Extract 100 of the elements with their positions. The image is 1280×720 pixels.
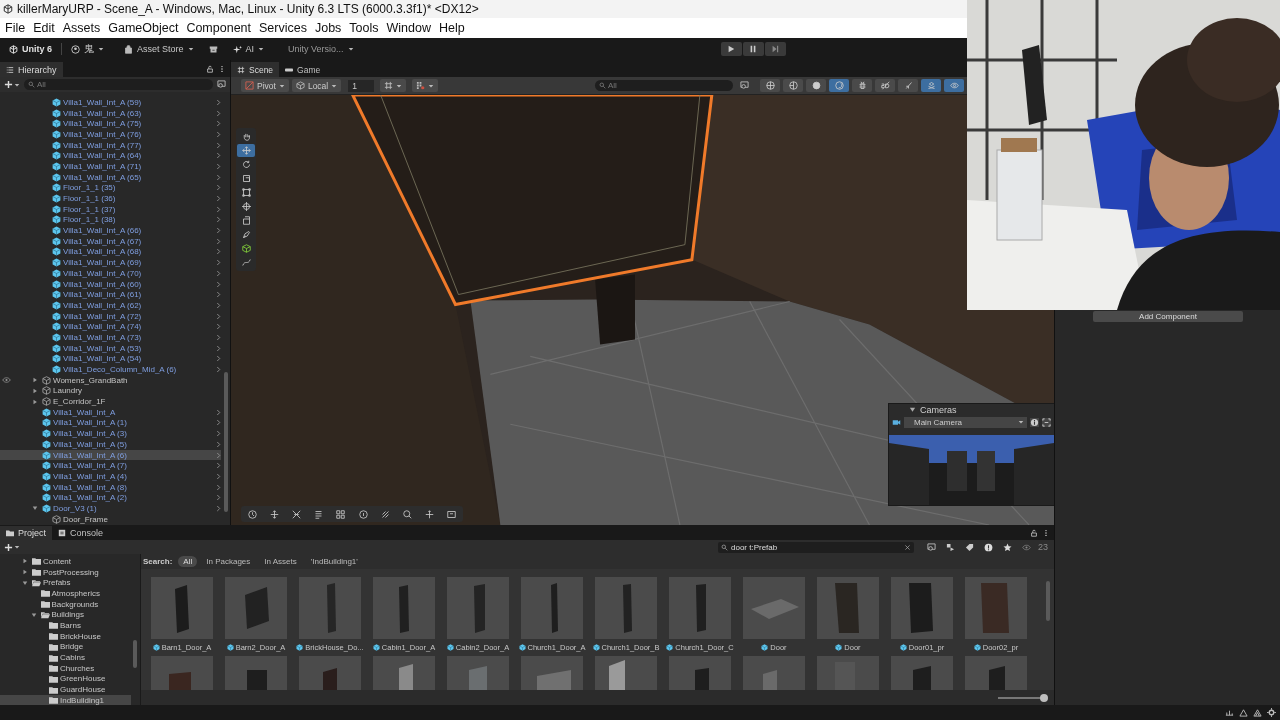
expand-arrow[interactable] bbox=[22, 579, 28, 586]
expand-arrow[interactable] bbox=[32, 505, 38, 512]
hierarchy-item[interactable]: Villa1_Wall_Int_A (70) bbox=[0, 268, 221, 279]
hierarchy-item[interactable]: Villa1_Wall_Int_A (7) bbox=[0, 460, 221, 472]
add-button[interactable] bbox=[4, 541, 20, 553]
hierarchy-item[interactable]: Villa1_Wall_Int_A (53) bbox=[0, 342, 221, 354]
menu-item[interactable]: Tools bbox=[345, 19, 383, 37]
star-icon[interactable] bbox=[1003, 542, 1012, 552]
account-dropdown[interactable]: 鬼 bbox=[68, 41, 107, 57]
hierarchy-item[interactable]: Villa1_Wall_Int_A (63) bbox=[0, 107, 221, 119]
warning-icon[interactable] bbox=[984, 542, 993, 552]
search-options-icon[interactable] bbox=[927, 542, 936, 552]
hierarchy-item[interactable]: Villa1_Wall_Int_A (59) bbox=[0, 97, 221, 108]
folder-item[interactable]: Prefabs bbox=[0, 577, 131, 589]
settings-icon[interactable] bbox=[1267, 708, 1276, 717]
hierarchy-item[interactable]: Villa1_Wall_Int_A (68) bbox=[0, 246, 221, 258]
archive-icon[interactable] bbox=[208, 44, 218, 54]
version-control-dropdown[interactable]: Unity Versio... bbox=[285, 41, 357, 57]
grid-size-field[interactable]: 1 bbox=[348, 79, 375, 92]
hierarchy-item[interactable]: Womens_GrandBath bbox=[0, 374, 221, 386]
folder-item[interactable]: Barns bbox=[0, 620, 131, 631]
step-button[interactable] bbox=[764, 42, 786, 56]
hierarchy-item[interactable]: Villa1_Wall_Int_A (65) bbox=[0, 171, 221, 183]
ai-dropdown[interactable]: AI bbox=[229, 41, 268, 57]
space-dropdown[interactable]: Local bbox=[291, 79, 342, 92]
folder-item[interactable]: Buildings bbox=[0, 609, 131, 621]
menu-item[interactable]: Assets bbox=[58, 19, 105, 37]
menu-item[interactable]: Jobs bbox=[310, 19, 346, 37]
folder-item[interactable]: BrickHouse bbox=[0, 630, 131, 642]
hierarchy-item[interactable]: Villa1_Wall_Int_A (3) bbox=[0, 428, 221, 439]
hierarchy-item[interactable]: Villa1_Wall_Int_A (75) bbox=[0, 118, 221, 130]
hierarchy-item[interactable]: Floor_1_1 (35) bbox=[0, 182, 221, 194]
hierarchy-item[interactable]: Villa1_Deco_Column_Mid_A (6) bbox=[0, 364, 221, 375]
view-toggle[interactable] bbox=[829, 79, 849, 92]
eye-icon[interactable] bbox=[1022, 542, 1031, 552]
hierarchy-item[interactable]: Villa1_Wall_Int_A (5) bbox=[0, 439, 221, 450]
folder-item[interactable]: Atmospherics bbox=[0, 588, 131, 599]
add-component-button[interactable]: Add Component bbox=[1093, 311, 1243, 322]
hierarchy-item[interactable]: Villa1_Wall_Int_A (77) bbox=[0, 139, 221, 151]
type-filter-icon[interactable] bbox=[946, 542, 955, 552]
eye-icon[interactable] bbox=[2, 377, 11, 384]
folder-item[interactable]: Backgrounds bbox=[0, 598, 131, 610]
hierarchy-item[interactable]: Villa1_Wall_Int_A (69) bbox=[0, 257, 221, 268]
view-toggle[interactable] bbox=[921, 79, 941, 92]
hierarchy-item[interactable]: Villa1_Wall_Int_A (71) bbox=[0, 161, 221, 172]
hierarchy-item[interactable]: Door_V3 (1) bbox=[0, 503, 221, 514]
pivot-dropdown[interactable]: Pivot bbox=[241, 79, 289, 92]
folder-item[interactable]: GreenHouse bbox=[0, 673, 131, 685]
folder-item[interactable]: Cabins bbox=[0, 652, 131, 663]
hierarchy-item[interactable]: Door_Frame bbox=[0, 513, 221, 525]
scrollbar[interactable] bbox=[133, 640, 137, 668]
hierarchy-item[interactable]: E_Corridor_1F bbox=[0, 396, 221, 407]
hierarchy-item[interactable]: Villa1_Wall_Int_A (1) bbox=[0, 417, 221, 429]
increment-snap-dropdown[interactable] bbox=[412, 79, 439, 92]
hierarchy-item[interactable]: Villa1_Wall_Int_A (61) bbox=[0, 289, 221, 301]
view-tab[interactable]: Scene bbox=[231, 62, 280, 77]
lighting-icon[interactable] bbox=[1253, 708, 1262, 717]
folder-item[interactable]: Bridge bbox=[0, 641, 131, 653]
hierarchy-item[interactable]: Floor_1_1 (36) bbox=[0, 193, 221, 204]
more-icon[interactable] bbox=[220, 64, 224, 73]
scene-search-icon[interactable] bbox=[217, 80, 226, 89]
search-scope[interactable]: In Packages bbox=[201, 556, 256, 567]
expand-arrow[interactable] bbox=[22, 569, 28, 576]
folder-item[interactable]: Content bbox=[0, 556, 131, 567]
folder-item[interactable]: IndBuilding1 bbox=[0, 694, 131, 705]
menu-item[interactable]: File bbox=[1, 19, 30, 37]
view-toggle[interactable] bbox=[806, 79, 826, 92]
hierarchy-item[interactable]: Villa1_Wall_Int_A (64) bbox=[0, 150, 221, 162]
clear-icon[interactable] bbox=[904, 543, 911, 551]
menu-item[interactable]: Help bbox=[435, 19, 469, 37]
expand-arrow[interactable] bbox=[32, 398, 38, 405]
search-field[interactable]: All bbox=[595, 80, 733, 91]
menu-item[interactable]: Window bbox=[382, 19, 435, 37]
hierarchy-item[interactable]: Laundry bbox=[0, 385, 221, 397]
chart-icon[interactable] bbox=[1225, 708, 1234, 717]
panel-tab[interactable]: Project bbox=[0, 526, 52, 540]
menu-item[interactable]: GameObject bbox=[104, 19, 183, 37]
hierarchy-tab[interactable]: Hierarchy bbox=[0, 62, 63, 77]
view-toggle[interactable] bbox=[875, 79, 895, 92]
expand-arrow[interactable] bbox=[32, 377, 38, 384]
view-toggle[interactable] bbox=[760, 79, 780, 92]
triangle-icon[interactable] bbox=[1239, 708, 1248, 717]
grid-snap-dropdown[interactable] bbox=[380, 79, 407, 92]
more-icon[interactable] bbox=[1044, 528, 1048, 537]
tag-icon[interactable] bbox=[965, 542, 974, 552]
hierarchy-item[interactable]: Villa1_Wall_Int_A (73) bbox=[0, 332, 221, 343]
search-scope[interactable]: 'IndBuilding1' bbox=[305, 556, 363, 567]
hierarchy-item[interactable]: Villa1_Wall_Int_A (2) bbox=[0, 492, 221, 504]
hierarchy-item[interactable]: Floor_1_1 (38) bbox=[0, 214, 221, 226]
folder-item[interactable]: Churches bbox=[0, 662, 131, 674]
hierarchy-item[interactable]: Floor_1_1 (37) bbox=[0, 203, 221, 215]
hierarchy-item[interactable]: Villa1_Wall_Int_A (72) bbox=[0, 310, 221, 322]
folder-item[interactable]: GuardHouse bbox=[0, 684, 131, 695]
view-toggle[interactable] bbox=[898, 79, 918, 92]
search-field[interactable]: door t:Prefab bbox=[718, 541, 914, 553]
product-button[interactable]: Unity 6 bbox=[6, 41, 55, 57]
expand-arrow[interactable] bbox=[32, 387, 38, 394]
lock-icon[interactable] bbox=[206, 64, 214, 73]
search-scope[interactable]: In Assets bbox=[259, 556, 302, 567]
hierarchy-item[interactable]: Villa1_Wall_Int_A (4) bbox=[0, 471, 221, 482]
